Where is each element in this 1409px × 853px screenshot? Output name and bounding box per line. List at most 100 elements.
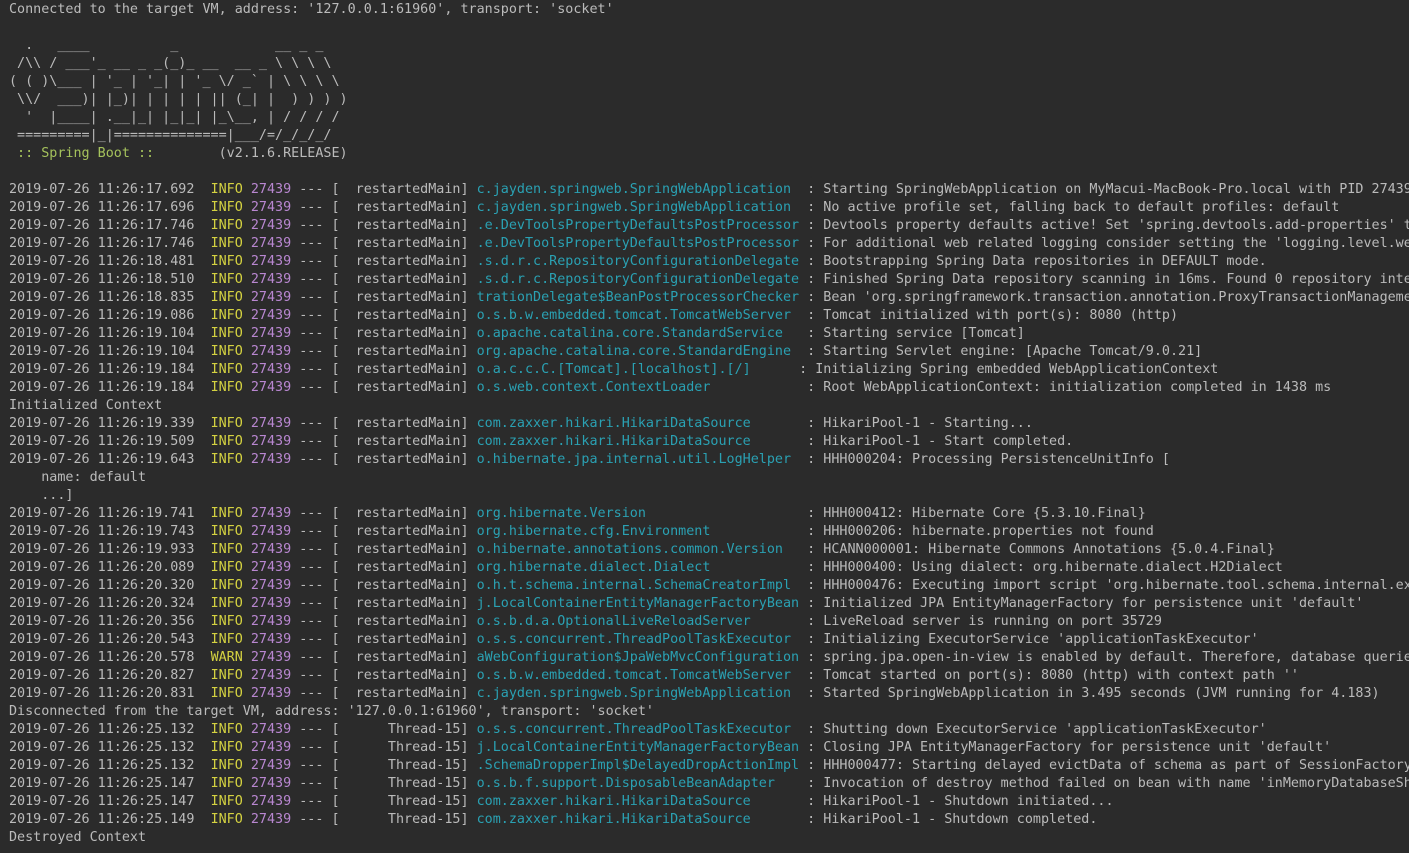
log-level: INFO <box>210 290 243 305</box>
log-logger: c.jayden.springweb.SpringWebApplication <box>476 200 800 215</box>
log-line: 2019-07-26 11:26:19.184 INFO 27439 --- [… <box>9 362 1219 377</box>
log-logger: com.zaxxer.hikari.HikariDataSource <box>476 812 800 827</box>
log-thread: [ restartedMain] <box>331 380 469 395</box>
log-timestamp: 2019-07-26 11:26:20.578 <box>9 650 195 665</box>
log-message: : HHH000206: hibernate.properties not fo… <box>807 524 1154 539</box>
log-timestamp: 2019-07-26 11:26:25.132 <box>9 758 195 773</box>
log-pid: 27439 <box>250 272 292 287</box>
log-timestamp: 2019-07-26 11:26:20.827 <box>9 668 195 683</box>
log-level: INFO <box>210 362 243 377</box>
log-level: INFO <box>210 632 243 647</box>
log-level: INFO <box>210 560 243 575</box>
log-timestamp: 2019-07-26 11:26:20.320 <box>9 578 195 593</box>
log-pid: 27439 <box>250 596 292 611</box>
log-logger: aWebConfiguration$JpaWebMvcConfiguration <box>476 650 800 665</box>
log-level: INFO <box>210 218 243 233</box>
log-thread: [ restartedMain] <box>331 596 469 611</box>
log-logger: o.hibernate.annotations.common.Version <box>476 542 800 557</box>
log-pid: 27439 <box>250 758 292 773</box>
log-pid: 27439 <box>250 560 292 575</box>
log-thread: [ restartedMain] <box>331 578 469 593</box>
log-pid: 27439 <box>250 308 292 323</box>
spring-boot-label: :: Spring Boot :: <box>9 146 163 161</box>
log-timestamp: 2019-07-26 11:26:19.086 <box>9 308 195 323</box>
log-logger: o.s.b.f.support.DisposableBeanAdapter <box>476 776 800 791</box>
log-thread: [ restartedMain] <box>331 254 469 269</box>
log-level: INFO <box>210 380 243 395</box>
log-line: 2019-07-26 11:26:25.147 INFO 27439 --- [… <box>9 775 1409 793</box>
log-timestamp: 2019-07-26 11:26:20.324 <box>9 596 195 611</box>
log-pid: 27439 <box>250 182 292 197</box>
log-message: : Shutting down ExecutorService 'applica… <box>807 722 1267 737</box>
log-level: INFO <box>210 668 243 683</box>
log-logger: org.hibernate.cfg.Environment <box>476 524 800 539</box>
console-output[interactable]: Connected to the target VM, address: '12… <box>0 0 1409 847</box>
log-thread: [ restartedMain] <box>331 236 469 251</box>
log-pid: 27439 <box>250 524 292 539</box>
log-logger: .e.DevToolsPropertyDefaultsPostProcessor <box>476 218 800 233</box>
log-line: 2019-07-26 11:26:19.104 INFO 27439 --- [… <box>9 326 1025 341</box>
log-logger: com.zaxxer.hikari.HikariDataSource <box>476 416 800 431</box>
log-level: INFO <box>210 452 243 467</box>
log-level: INFO <box>210 272 243 287</box>
log-line: 2019-07-26 11:26:17.746 INFO 27439 --- [… <box>9 217 1409 235</box>
log-thread: [ restartedMain] <box>331 686 469 701</box>
log-logger: o.hibernate.jpa.internal.util.LogHelper <box>476 452 800 467</box>
log-level: INFO <box>210 776 243 791</box>
log-logger: o.apache.catalina.core.StandardService <box>476 326 800 341</box>
log-logger: j.LocalContainerEntityManagerFactoryBean <box>476 596 800 611</box>
log-message: : Starting SpringWebApplication on MyMac… <box>807 182 1409 197</box>
log-timestamp: 2019-07-26 11:26:18.835 <box>9 290 195 305</box>
log-line: 2019-07-26 11:26:17.696 INFO 27439 --- [… <box>9 200 1340 215</box>
log-pid: 27439 <box>250 578 292 593</box>
log-timestamp: 2019-07-26 11:26:19.509 <box>9 434 195 449</box>
log-thread: [ Thread-15] <box>331 776 469 791</box>
log-line: 2019-07-26 11:26:17.692 INFO 27439 --- [… <box>9 181 1409 199</box>
log-logger: o.a.c.c.C.[Tomcat].[localhost].[/] <box>476 362 792 377</box>
log-line: 2019-07-26 11:26:19.509 INFO 27439 --- [… <box>9 434 1074 449</box>
log-level: INFO <box>210 614 243 629</box>
log-thread: [ restartedMain] <box>331 344 469 359</box>
log-timestamp: 2019-07-26 11:26:20.356 <box>9 614 195 629</box>
console-line: ' |____| .__|_| |_|_| |_\__, | / / / / <box>9 110 340 125</box>
log-line: 2019-07-26 11:26:19.743 INFO 27439 --- [… <box>9 524 1154 539</box>
log-timestamp: 2019-07-26 11:26:19.741 <box>9 506 195 521</box>
log-pid: 27439 <box>250 812 292 827</box>
log-timestamp: 2019-07-26 11:26:19.104 <box>9 344 195 359</box>
log-message: : HikariPool-1 - Starting... <box>807 416 1033 431</box>
log-line: 2019-07-26 11:26:20.089 INFO 27439 --- [… <box>9 560 1283 575</box>
log-pid: 27439 <box>250 668 292 683</box>
log-thread: [ Thread-15] <box>331 758 469 773</box>
log-level: INFO <box>210 812 243 827</box>
console-line: Initialized Context <box>9 398 163 413</box>
log-logger: o.s.web.context.ContextLoader <box>476 380 800 395</box>
log-level: INFO <box>210 200 243 215</box>
spring-boot-banner: :: Spring Boot :: (v2.1.6.RELEASE) <box>9 145 1409 163</box>
log-logger: o.s.s.concurrent.ThreadPoolTaskExecutor <box>476 632 800 647</box>
log-pid: 27439 <box>250 380 292 395</box>
log-thread: [ Thread-15] <box>331 812 469 827</box>
log-message: : HHH000204: Processing PersistenceUnitI… <box>807 452 1170 467</box>
log-message: : Started SpringWebApplication in 3.495 … <box>807 686 1380 701</box>
log-timestamp: 2019-07-26 11:26:20.543 <box>9 632 195 647</box>
log-thread: [ restartedMain] <box>331 434 469 449</box>
log-line: 2019-07-26 11:26:19.339 INFO 27439 --- [… <box>9 416 1033 431</box>
log-level: INFO <box>210 416 243 431</box>
log-pid: 27439 <box>250 722 292 737</box>
log-thread: [ restartedMain] <box>331 182 469 197</box>
log-thread: [ restartedMain] <box>331 560 469 575</box>
log-message: : No active profile set, falling back to… <box>807 200 1340 215</box>
log-message: : Bootstrapping Spring Data repositories… <box>807 254 1267 269</box>
spring-boot-version: (v2.1.6.RELEASE) <box>162 146 348 161</box>
log-level: INFO <box>210 236 243 251</box>
log-level: INFO <box>210 794 243 809</box>
console-line: Destroyed Context <box>9 830 147 845</box>
log-logger: o.s.b.w.embedded.tomcat.TomcatWebServer <box>476 668 800 683</box>
log-line: 2019-07-26 11:26:25.132 INFO 27439 --- [… <box>9 740 1332 755</box>
log-message: : Tomcat initialized with port(s): 8080 … <box>807 308 1179 323</box>
log-line: 2019-07-26 11:26:18.481 INFO 27439 --- [… <box>9 254 1267 269</box>
log-timestamp: 2019-07-26 11:26:17.746 <box>9 236 195 251</box>
console-line: /\\ / ___'_ __ _ _(_)_ __ __ _ \ \ \ \ <box>9 56 332 71</box>
